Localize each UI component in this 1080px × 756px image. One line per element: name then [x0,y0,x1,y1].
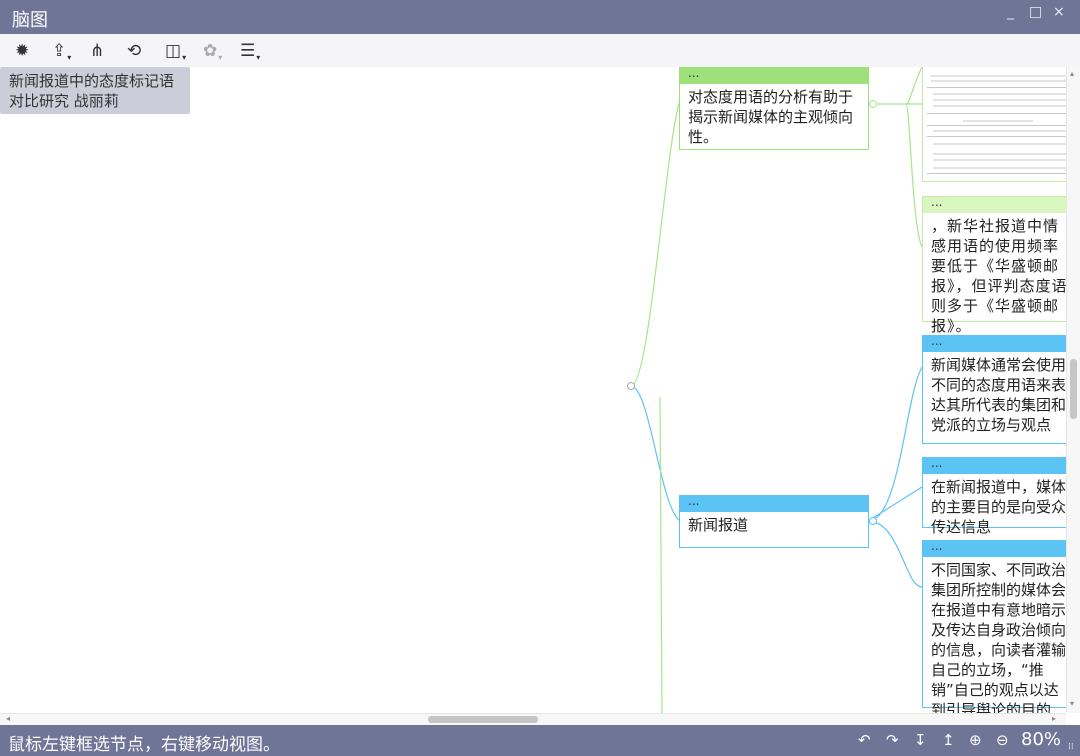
scroll-left-icon[interactable]: ◂ [6,714,10,723]
collapse-all-icon[interactable]: ↥ [942,731,955,749]
outline-icon[interactable]: ☰▾ [240,40,260,62]
layout-icon[interactable]: ◫▾ [165,40,186,62]
leaf-node-political[interactable]: ... 不同国家、不同政治集团所控制的媒体会在报道中有意地暗示及传达自身政治倾向… [922,540,1080,713]
gear-icon[interactable]: ✹ [15,40,29,62]
close-button[interactable]: × [1053,4,1065,20]
layout-glyph: ◫ [165,41,182,61]
node-text: 在新闻报道中，媒体的主要目的是向受众传达信息 [931,478,1067,536]
zoom-out-icon[interactable]: ⊖ [996,731,1009,749]
structure-icon[interactable]: ⋔ [90,40,104,62]
undo-icon[interactable]: ↶ [858,731,871,749]
redo-icon[interactable]: ↷ [886,731,899,749]
node-header[interactable]: ... [923,196,1079,213]
node-header[interactable]: ... [680,67,868,84]
scroll-up-icon[interactable]: ▴ [1070,69,1074,78]
vertical-scrollbar[interactable]: ▴ ▾ [1066,67,1080,713]
connector-lines [627,67,923,713]
mindmap-canvas[interactable]: 新闻报道中的态度标记语对比研究 战丽莉 ... 对态度用语的分析有助于揭示新闻媒… [0,67,1080,713]
vertical-scroll-thumb[interactable] [1070,359,1077,419]
paper-image[interactable] [922,67,1080,182]
node-header[interactable]: ... [923,457,1079,474]
chevron-down-icon: ▾ [182,53,187,62]
horizontal-scroll-thumb[interactable] [428,716,538,723]
node-text: 对态度用语的分析有助于揭示新闻媒体的主观倾向性。 [688,88,854,146]
resize-grip-icon[interactable]: ⁞⁞ [1068,742,1074,752]
maximize-button[interactable]: □ [1029,4,1042,20]
node-header[interactable]: ... [680,495,868,512]
title-bar: 脑图 _ □ × [0,0,1080,34]
scroll-down-icon[interactable]: ▾ [1070,699,1074,708]
export-glyph: ⇪ [52,41,67,61]
chevron-down-icon: ▾ [256,53,261,62]
leaf-node-xinhua[interactable]: ... ，新华社报道中情感用语的使用频率要低于《华盛顿邮报》，但评判态度语则多于… [922,196,1080,335]
leaf-node-purpose[interactable]: ... 在新闻报道中，媒体的主要目的是向受众传达信息 [922,457,1080,536]
outline-glyph: ☰ [240,41,256,61]
scroll-right-icon[interactable]: ▸ [1052,714,1056,723]
node-header[interactable]: ... [923,540,1079,557]
expand-all-icon[interactable]: ↧ [914,731,927,749]
chevron-down-icon: ▾ [67,53,72,62]
status-hint: 鼠标左键框选节点，右键移动视图。 [8,735,280,755]
target-icon[interactable]: ⟲ [127,40,141,62]
leaf-node-media-stance[interactable]: ... 新闻媒体通常会使用不同的态度用语来表达其所代表的集团和党派的立场与观点 [922,335,1080,444]
node-text: 不同国家、不同政治集团所控制的媒体会在报道中有意地暗示及传达自身政治倾向的信息，… [931,561,1067,713]
minimize-button[interactable]: _ [1007,4,1014,20]
branch-node-analysis[interactable]: ... 对态度用语的分析有助于揭示新闻媒体的主观倾向性。 [679,67,869,150]
export-icon[interactable]: ⇪▾ [52,40,71,62]
toolbar: ✹ ⇪▾ ⋔ ⟲ ◫▾ ✿▾ ☰▾ [0,34,1080,68]
zoom-level: 80% [1021,729,1062,750]
node-text: 新闻报道 [688,516,749,534]
node-text: 新闻媒体通常会使用不同的态度用语来表达其所代表的集团和党派的立场与观点 [931,356,1067,434]
zoom-in-icon[interactable]: ⊕ [969,731,982,749]
status-bar: 鼠标左键框选节点，右键移动视图。 ↶ ↷ ↧ ↥ ⊕ ⊖ 80% [0,725,1080,756]
theme-icon[interactable]: ✿▾ [203,40,222,62]
window-title: 脑图 [12,10,48,31]
theme-glyph: ✿ [203,41,218,61]
branch-node-news-report[interactable]: ... 新闻报道 [679,495,869,548]
chevron-down-icon: ▾ [218,53,223,62]
node-text: ，新华社报道中情感用语的使用频率要低于《华盛顿邮报》，但评判态度语则多于《华盛顿… [931,217,1068,335]
node-header[interactable]: ... [923,335,1079,352]
